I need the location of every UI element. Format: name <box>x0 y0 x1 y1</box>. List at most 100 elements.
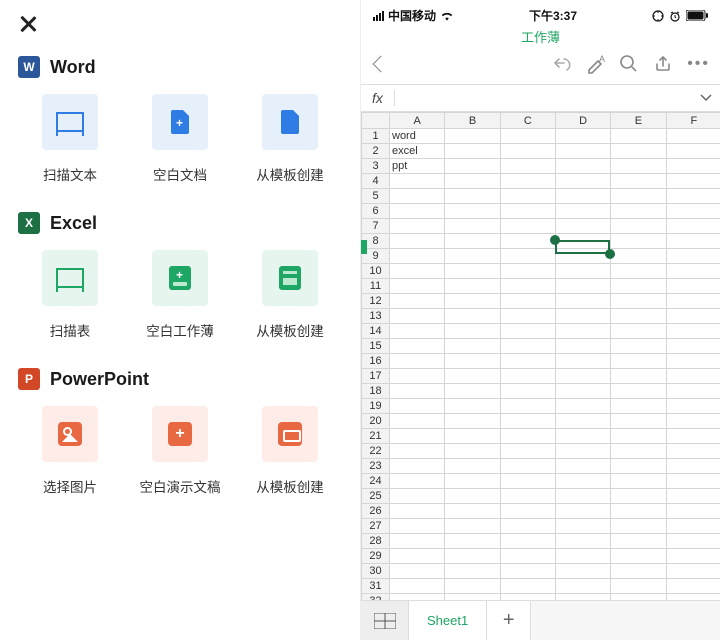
cell[interactable] <box>555 279 610 294</box>
cell[interactable] <box>500 519 555 534</box>
row-header[interactable]: 22 <box>362 444 390 459</box>
cell[interactable] <box>500 489 555 504</box>
row-header[interactable]: 30 <box>362 564 390 579</box>
cell[interactable] <box>611 219 666 234</box>
selection-handle[interactable] <box>550 235 560 245</box>
cell[interactable] <box>500 579 555 594</box>
cell[interactable] <box>666 339 720 354</box>
cell[interactable] <box>500 384 555 399</box>
cell[interactable] <box>666 279 720 294</box>
cell[interactable] <box>611 459 666 474</box>
cell[interactable] <box>666 174 720 189</box>
cell[interactable] <box>445 594 500 601</box>
cell[interactable] <box>611 144 666 159</box>
cell[interactable] <box>666 579 720 594</box>
option-blank-workbook[interactable]: 空白工作薄 <box>130 250 230 340</box>
cell[interactable] <box>445 354 500 369</box>
row-header[interactable]: 14 <box>362 324 390 339</box>
cell[interactable] <box>666 309 720 324</box>
pen-button[interactable]: A <box>585 54 605 74</box>
row-header[interactable]: 23 <box>362 459 390 474</box>
cell[interactable] <box>390 474 445 489</box>
option-template-word[interactable]: 从模板创建 <box>240 94 340 184</box>
cell[interactable] <box>555 519 610 534</box>
cell[interactable] <box>611 294 666 309</box>
expand-formula-button[interactable] <box>692 89 720 107</box>
cell[interactable] <box>666 534 720 549</box>
cell[interactable] <box>500 534 555 549</box>
cell[interactable] <box>611 204 666 219</box>
cell[interactable] <box>390 399 445 414</box>
cell[interactable] <box>390 369 445 384</box>
cell[interactable] <box>500 129 555 144</box>
cell[interactable] <box>555 249 610 264</box>
cell[interactable] <box>445 129 500 144</box>
row-header[interactable]: 11 <box>362 279 390 294</box>
row-header[interactable]: 18 <box>362 384 390 399</box>
cell[interactable] <box>666 234 720 249</box>
cell[interactable] <box>555 429 610 444</box>
row-header[interactable]: 1 <box>362 129 390 144</box>
cell[interactable] <box>611 594 666 601</box>
cell[interactable] <box>445 504 500 519</box>
cell[interactable] <box>555 204 610 219</box>
cell[interactable] <box>445 234 500 249</box>
cell[interactable] <box>445 549 500 564</box>
row-header[interactable]: 24 <box>362 474 390 489</box>
option-scan-text[interactable]: 扫描文本 <box>20 94 120 184</box>
cell[interactable] <box>445 264 500 279</box>
cell[interactable] <box>445 399 500 414</box>
cell[interactable] <box>555 459 610 474</box>
grid-area[interactable]: ABCDEF1word2excel3ppt4567891011121314151… <box>361 112 720 600</box>
cell[interactable] <box>445 204 500 219</box>
cell[interactable] <box>555 339 610 354</box>
document-title[interactable]: 工作薄 <box>361 27 720 48</box>
row-header[interactable]: 31 <box>362 579 390 594</box>
row-header[interactable]: 17 <box>362 369 390 384</box>
formula-input[interactable] <box>395 85 692 111</box>
cell[interactable] <box>500 219 555 234</box>
row-header[interactable]: 2 <box>362 144 390 159</box>
cell[interactable] <box>500 234 555 249</box>
row-header[interactable]: 16 <box>362 354 390 369</box>
cell[interactable] <box>666 384 720 399</box>
cell[interactable] <box>555 159 610 174</box>
cell[interactable] <box>445 564 500 579</box>
cell[interactable] <box>445 579 500 594</box>
cell[interactable] <box>390 444 445 459</box>
cell[interactable] <box>611 189 666 204</box>
back-button[interactable] <box>371 58 387 70</box>
cell[interactable] <box>500 369 555 384</box>
cell[interactable] <box>390 429 445 444</box>
cell[interactable] <box>390 549 445 564</box>
cell[interactable] <box>666 474 720 489</box>
sheet-tab[interactable]: Sheet1 <box>409 601 487 640</box>
cell[interactable] <box>555 534 610 549</box>
cell[interactable] <box>390 594 445 601</box>
cell[interactable] <box>611 279 666 294</box>
cell[interactable] <box>611 444 666 459</box>
row-header[interactable]: 4 <box>362 174 390 189</box>
cell[interactable] <box>666 564 720 579</box>
cell[interactable] <box>611 414 666 429</box>
cell[interactable] <box>666 429 720 444</box>
option-template-excel[interactable]: 从模板创建 <box>240 250 340 340</box>
cell[interactable] <box>611 534 666 549</box>
option-template-ppt[interactable]: 从模板创建 <box>240 406 340 496</box>
cell[interactable] <box>611 369 666 384</box>
cell[interactable] <box>445 519 500 534</box>
cell[interactable] <box>555 174 610 189</box>
cell[interactable] <box>555 579 610 594</box>
cell[interactable] <box>666 519 720 534</box>
cell[interactable] <box>555 564 610 579</box>
cell[interactable] <box>445 159 500 174</box>
option-select-picture[interactable]: 选择图片 <box>20 406 120 496</box>
more-button[interactable]: ••• <box>687 55 710 73</box>
cell[interactable] <box>555 369 610 384</box>
row-header[interactable]: 25 <box>362 489 390 504</box>
cell[interactable] <box>500 504 555 519</box>
cell[interactable] <box>666 489 720 504</box>
cell[interactable]: word <box>390 129 445 144</box>
add-sheet-button[interactable]: + <box>487 601 531 640</box>
cell[interactable] <box>445 309 500 324</box>
